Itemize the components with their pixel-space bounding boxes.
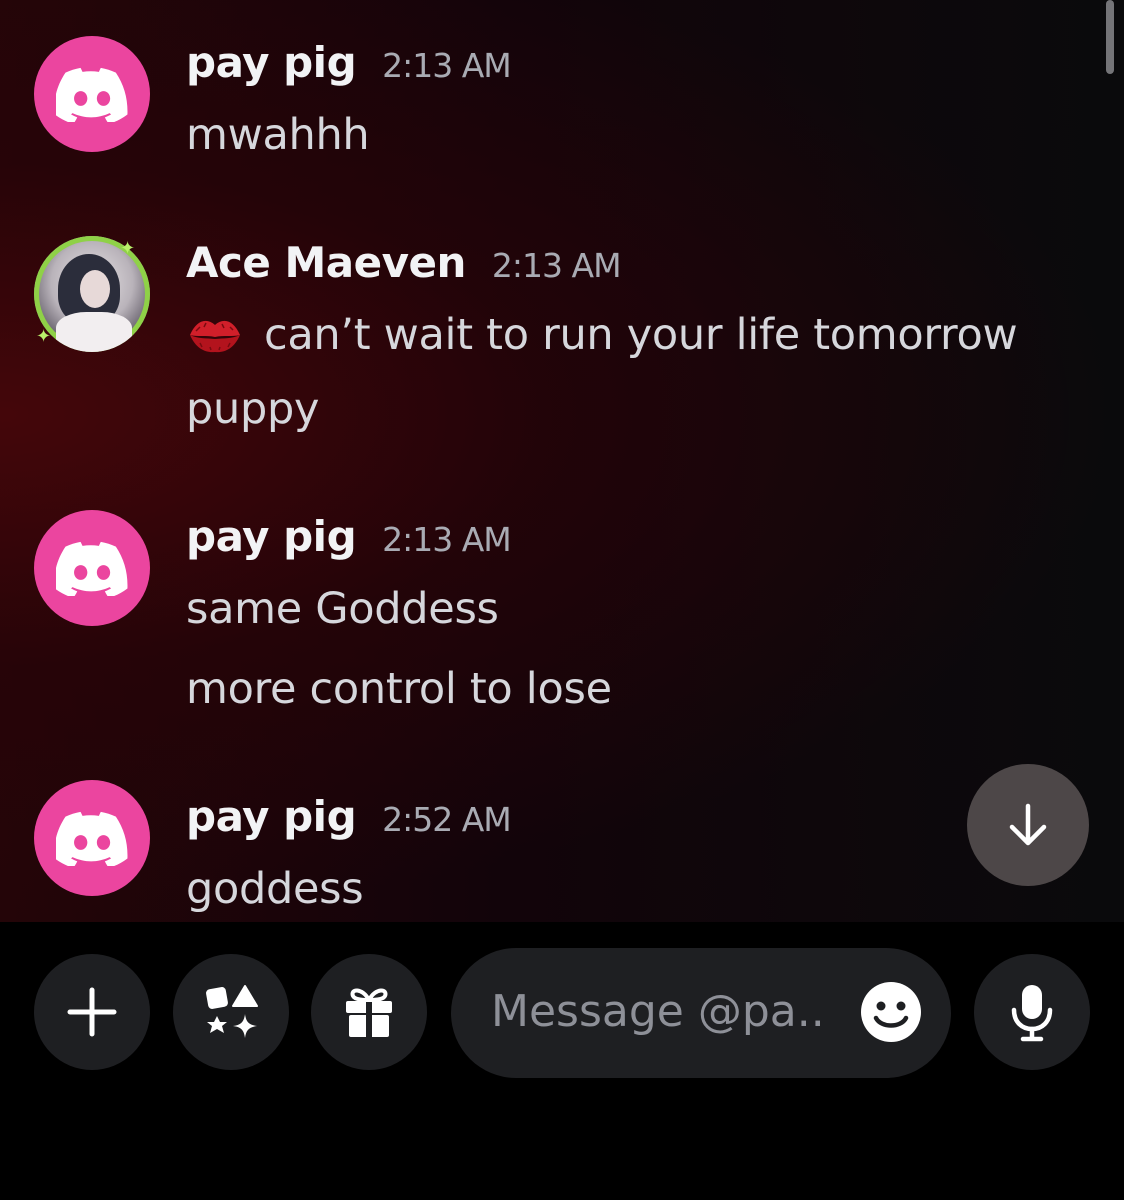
arrow-down-icon [1009,803,1047,846]
discord-logo-icon [56,811,128,866]
timestamp: 2:13 AM [491,246,622,285]
apps-button[interactable] [173,954,289,1070]
scrollbar[interactable] [1106,0,1114,74]
emoji-button[interactable] [859,980,923,1044]
timestamp: 2:52 AM [382,800,512,839]
message-input[interactable]: Message @pa.. [451,948,951,1078]
kiss-mark-emoji [186,315,244,366]
message-text: same Goddess [186,584,499,634]
avatar-body [56,312,132,352]
discord-logo-icon [56,67,128,122]
avatar-face [80,270,110,308]
message-text: can’t wait to run your life tomorrow [264,310,1018,360]
smiley-face-icon [861,982,921,1042]
apps-sparkle-icon [206,985,258,1038]
message-input-placeholder: Message @pa.. [491,986,825,1037]
voice-message-button[interactable] [974,954,1090,1070]
microphone-icon [1011,985,1053,1042]
username[interactable]: pay pig [186,792,357,841]
gift-button[interactable] [311,954,427,1070]
timestamp: 2:13 AM [382,520,512,559]
discord-logo-icon [56,541,128,596]
username[interactable]: pay pig [186,38,357,87]
message-text: goddess [186,864,364,914]
gift-icon [346,988,392,1037]
message-text: puppy [186,384,320,434]
username[interactable]: Ace Maeven [186,238,466,287]
avatar[interactable] [34,780,150,896]
avatar[interactable] [34,510,150,626]
jump-to-present-button[interactable] [967,764,1089,886]
avatar[interactable] [34,36,150,152]
timestamp: 2:13 AM [382,46,512,85]
message-text: more control to lose [186,664,612,714]
message-text: mwahhh [186,110,370,160]
plus-icon [67,987,117,1037]
message-composer: Message @pa.. [0,922,1124,1200]
add-attachment-button[interactable] [34,954,150,1070]
sparkle-icon: ✦ [36,326,52,347]
sparkle-icon: ✦ [120,238,136,259]
message-line: can’t wait to run your life tomorrow [186,310,1018,366]
chat-area[interactable]: pay pig 2:13 AM mwahhh ✦ ✦ Ace Maeven 2:… [0,0,1124,922]
username[interactable]: pay pig [186,512,357,561]
